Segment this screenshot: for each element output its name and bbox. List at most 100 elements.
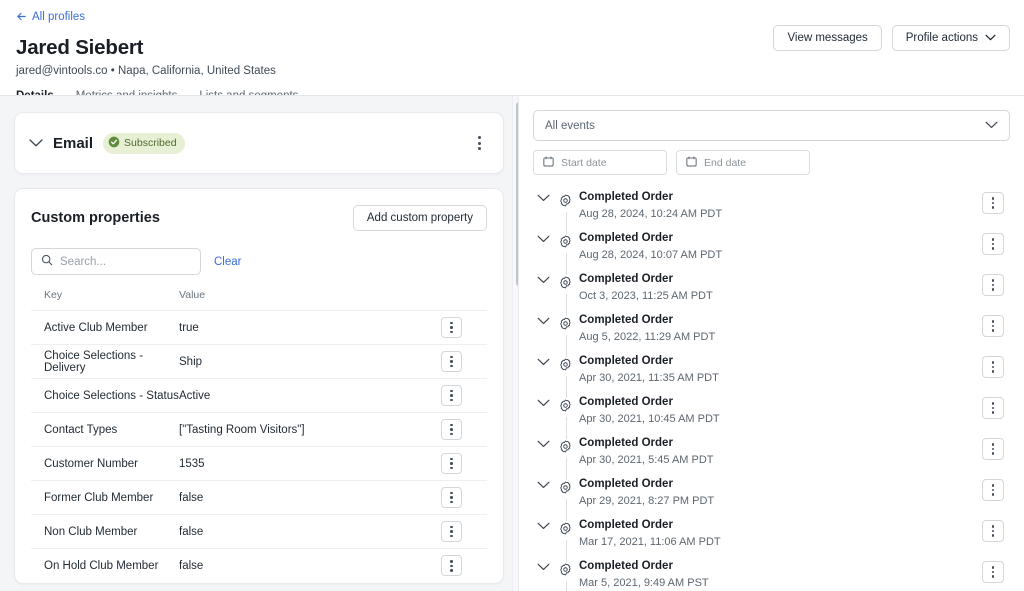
start-date-value: Start date [561, 157, 607, 169]
details-pane: Email Subscribed Custom propert [0, 96, 518, 591]
details-pane-scrollbar-thumb[interactable] [516, 102, 518, 286]
property-more-options-button[interactable] [441, 385, 462, 406]
event-timestamp: Apr 29, 2021, 8:27 PM PDT [579, 495, 964, 507]
event-more-options-button[interactable] [982, 479, 1004, 501]
event-timestamp: Apr 30, 2021, 10:45 AM PDT [579, 413, 964, 425]
event-more-options-button[interactable] [982, 315, 1004, 337]
event-list-item: Completed Order Aug 28, 2024, 10:07 AM PD… [533, 232, 1010, 273]
gear-icon [559, 440, 572, 458]
event-expand-chevron-icon[interactable] [537, 399, 550, 407]
event-more-options-button[interactable] [982, 438, 1004, 460]
table-row: Former Club Memberfalse [31, 481, 487, 515]
property-more-options-button[interactable] [441, 419, 462, 440]
search-box[interactable] [31, 248, 201, 275]
event-timestamp: Aug 28, 2024, 10:07 AM PDT [579, 249, 964, 261]
back-link-label: All profiles [32, 11, 85, 23]
property-more-options-button[interactable] [441, 521, 462, 542]
event-timestamp: Aug 5, 2022, 11:29 AM PDT [579, 331, 964, 343]
event-list-item: Completed OrderApr 30, 2021, 11:35 AM PD… [533, 355, 1010, 396]
event-title: Completed Order [579, 560, 964, 572]
event-more-options-button[interactable] [982, 397, 1004, 419]
event-expand-chevron-icon[interactable] [537, 358, 550, 366]
table-row: Contact Types["Tasting Room Visitors"] [31, 413, 487, 447]
property-key: Customer Number [31, 447, 179, 481]
email-card-title: Email [53, 135, 93, 152]
custom-properties-table-body: Active Club MembertrueChoice Selections … [31, 311, 487, 583]
event-more-options-button[interactable] [982, 356, 1004, 378]
start-date-field[interactable]: Start date [533, 150, 667, 175]
event-timeline-rail [566, 417, 567, 439]
add-custom-property-button[interactable]: Add custom property [353, 205, 487, 231]
property-more-options-button[interactable] [441, 555, 462, 576]
event-list-item: Completed OrderApr 30, 2021, 5:45 AM PDT [533, 437, 1010, 478]
event-more-options-button[interactable] [982, 233, 1004, 255]
custom-properties-search-row: Clear [31, 248, 487, 275]
property-more-options-button[interactable] [441, 487, 462, 508]
property-value: ["Tasting Room Visitors"] [179, 413, 441, 447]
profile-actions-button[interactable]: Profile actions [892, 25, 1010, 51]
event-timeline-rail [566, 212, 567, 234]
event-expand-chevron-icon[interactable] [537, 276, 550, 284]
table-row: Choice Selections - DeliveryShip [31, 345, 487, 379]
arrow-left-icon [16, 11, 27, 22]
event-title: Completed Order [579, 437, 964, 449]
event-title: Completed Order [579, 232, 964, 244]
clear-search-link[interactable]: Clear [214, 256, 241, 268]
property-more-options-button[interactable] [441, 453, 462, 474]
property-value: false [179, 481, 441, 515]
property-key: Choice Selections - Status [31, 379, 179, 413]
activity-feed-pane: All events Start date [518, 96, 1024, 591]
event-timeline-rail [566, 499, 567, 521]
event-more-options-button[interactable] [982, 520, 1004, 542]
event-more-options-button[interactable] [982, 192, 1004, 214]
property-value: true [179, 311, 441, 345]
property-more-options-button[interactable] [441, 317, 462, 338]
event-more-options-button[interactable] [982, 561, 1004, 583]
calendar-icon [686, 156, 697, 170]
property-value: false [179, 549, 441, 583]
chevron-down-icon [985, 32, 996, 44]
status-badge: Subscribed [103, 133, 185, 154]
details-pane-scrollbar[interactable] [512, 96, 518, 591]
property-key: Non Club Member [31, 515, 179, 549]
back-to-all-profiles-link[interactable]: All profiles [16, 11, 85, 23]
event-more-options-button[interactable] [982, 274, 1004, 296]
event-title: Completed Order [579, 314, 964, 326]
event-expand-chevron-icon[interactable] [537, 563, 550, 571]
event-expand-chevron-icon[interactable] [537, 317, 550, 325]
property-more-options-button[interactable] [441, 351, 462, 372]
event-expand-chevron-icon[interactable] [537, 194, 550, 202]
event-timeline-rail [566, 581, 567, 591]
email-card-more-options-button[interactable] [474, 132, 485, 154]
property-value: Ship [179, 345, 441, 379]
event-title: Completed Order [579, 273, 964, 285]
profile-page: All profiles Jared Siebert jared@vintool… [0, 0, 1024, 591]
check-circle-icon [108, 136, 120, 151]
property-key: Former Club Member [31, 481, 179, 515]
event-timeline-rail [566, 376, 567, 398]
event-list: Completed OrderAug 28, 2024, 10:24 AM PD… [533, 191, 1010, 591]
event-type-filter-select[interactable]: All events [533, 110, 1010, 141]
event-title: Completed Order [579, 355, 964, 367]
event-list-item: Completed OrderOct 3, 2023, 11:25 AM PDT [533, 273, 1010, 314]
event-expand-chevron-icon[interactable] [537, 440, 550, 448]
email-channel-card: Email Subscribed [14, 112, 504, 174]
header-actions: View messages Profile actions [773, 25, 1010, 51]
event-timestamp: Mar 5, 2021, 9:49 AM PST [579, 577, 964, 589]
event-timeline-rail [566, 335, 567, 357]
event-list-item: Completed OrderAug 28, 2024, 10:24 AM PD… [533, 191, 1010, 232]
property-key: Contact Types [31, 413, 179, 447]
event-expand-chevron-icon[interactable] [537, 522, 550, 530]
property-key: Choice Selections - Delivery [31, 345, 179, 379]
event-list-item: Completed OrderApr 30, 2021, 10:45 AM PD… [533, 396, 1010, 437]
gear-icon [559, 522, 572, 540]
table-header-row: Key Value [31, 289, 487, 311]
gear-icon [559, 276, 572, 294]
event-expand-chevron-icon[interactable] [537, 235, 550, 243]
search-input[interactable] [60, 256, 191, 268]
view-messages-button[interactable]: View messages [773, 25, 881, 51]
end-date-field[interactable]: End date [676, 150, 810, 175]
event-expand-chevron-icon[interactable] [537, 481, 550, 489]
email-card-collapse-chevron-icon[interactable] [29, 139, 43, 148]
column-header-value: Value [179, 289, 441, 311]
